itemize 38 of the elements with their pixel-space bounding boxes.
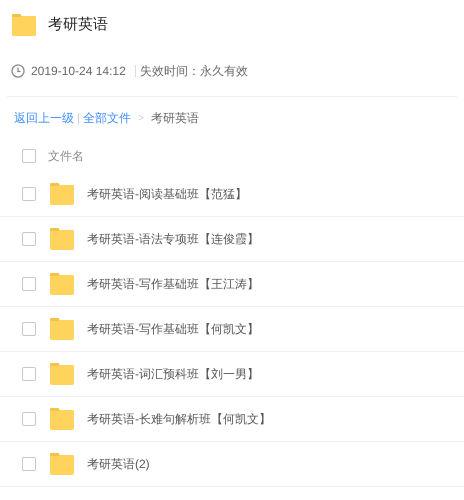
breadcrumb-arrow: > — [138, 112, 144, 126]
separator: | — [77, 110, 80, 127]
current-folder: 考研英语 — [150, 110, 199, 127]
folder-title: 考研英语 — [48, 14, 108, 35]
file-name: 考研英语-词汇预科班【刘一男】 — [87, 366, 259, 383]
checkbox[interactable] — [22, 277, 36, 291]
folder-icon — [49, 453, 75, 475]
folder-icon — [11, 14, 37, 36]
file-name: 考研英语-语法专项班【连俊霞】 — [87, 231, 259, 248]
checkbox[interactable] — [22, 457, 36, 471]
folder-icon — [49, 273, 75, 295]
clock-icon — [11, 64, 25, 78]
checkbox[interactable] — [22, 149, 36, 163]
folder-icon — [49, 363, 75, 385]
file-row[interactable]: 考研英语-写作基础班【王江涛】 — [0, 262, 464, 307]
checkbox[interactable] — [22, 187, 36, 201]
folder-icon — [49, 183, 75, 205]
share-time: 2019-10-24 14:12 — [31, 63, 126, 80]
folder-icon — [49, 408, 75, 430]
folder-icon — [49, 318, 75, 340]
file-name: 考研英语-写作基础班【王江涛】 — [87, 276, 259, 293]
folder-icon — [49, 228, 75, 250]
file-row[interactable]: 考研英语-词汇预科班【刘一男】 — [0, 352, 464, 397]
checkbox[interactable] — [22, 322, 36, 336]
file-row[interactable]: 考研英语(2) — [0, 442, 464, 487]
file-name: 考研英语-长难句解析班【何凯文】 — [87, 411, 271, 428]
checkbox[interactable] — [22, 412, 36, 426]
file-name: 考研英语(2) — [87, 456, 150, 473]
file-row[interactable]: 考研英语-阅读基础班【范猛】 — [0, 172, 464, 217]
checkbox[interactable] — [22, 232, 36, 246]
file-row[interactable]: 考研英语-长难句解析班【何凯文】 — [0, 397, 464, 442]
file-name: 考研英语-阅读基础班【范猛】 — [87, 186, 247, 203]
file-name: 考研英语-写作基础班【何凯文】 — [87, 321, 259, 338]
expiry-time: 失效时间：永久有效 — [140, 63, 248, 80]
file-row[interactable]: 考研英语-写作基础班【何凯文】 — [0, 307, 464, 352]
file-row[interactable]: 考研英语-语法专项班【连俊霞】 — [0, 217, 464, 262]
checkbox[interactable] — [22, 367, 36, 381]
column-header: 文件名 — [48, 148, 84, 165]
